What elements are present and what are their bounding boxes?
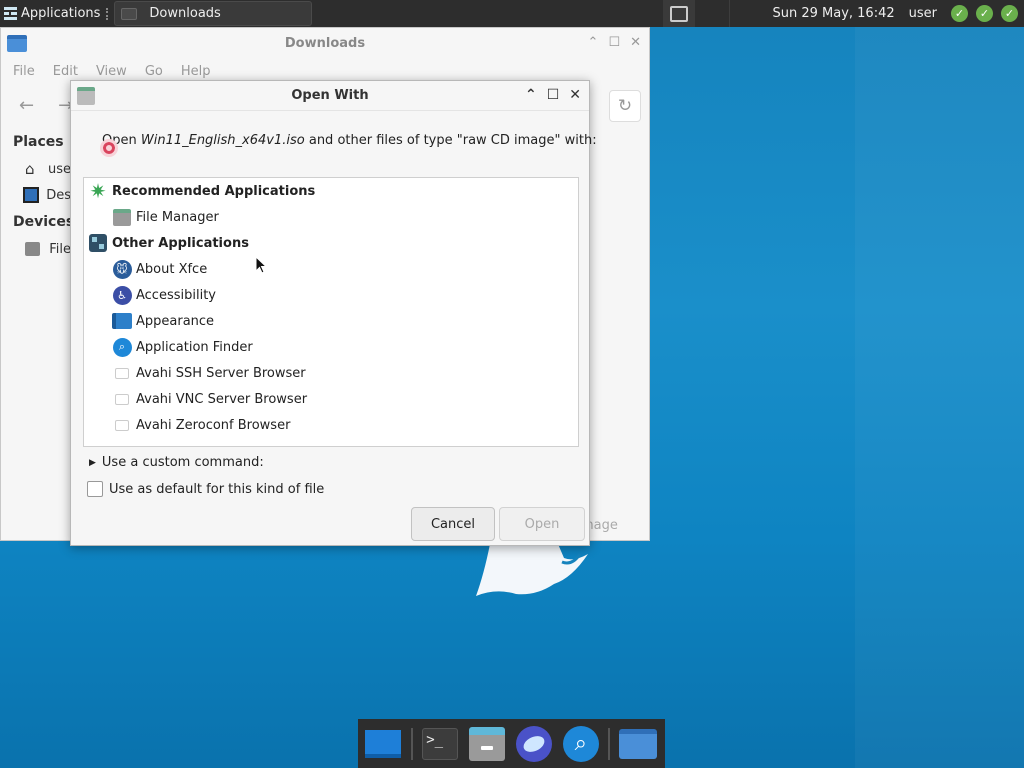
dialog-titlebar[interactable]: Open With ⌃ ☐ ✕: [71, 81, 589, 111]
applications-menu-button[interactable]: Applications: [0, 0, 106, 27]
desktop-mascot-image: [476, 544, 588, 596]
panel-separator: [729, 0, 731, 27]
show-desktop-icon[interactable]: [364, 724, 403, 764]
user-menu[interactable]: user: [903, 6, 943, 21]
file-manager-icon: [112, 207, 132, 227]
sidebar-item-desktop[interactable]: Des: [1, 182, 71, 208]
file-manager-sidebar: Places ⌂ use Des Devices File: [1, 128, 75, 262]
dialog-header: Open Win11_English_x64v1.iso and other f…: [71, 111, 597, 169]
list-item[interactable]: [84, 438, 578, 446]
custom-command-expander[interactable]: ▶ Use a custom command:: [89, 455, 264, 470]
folder-icon[interactable]: [618, 724, 657, 764]
sidebar-item-label: use: [47, 161, 71, 177]
status-check-icon[interactable]: ✓: [1001, 5, 1018, 22]
recommended-applications-header[interactable]: ✷ Recommended Applications: [84, 178, 578, 204]
list-item[interactable]: ♿ Accessibility: [84, 282, 578, 308]
other-applications-header[interactable]: Other Applications: [84, 230, 578, 256]
application-list[interactable]: ✷ Recommended Applications File Manager …: [83, 177, 579, 447]
home-icon: ⌂: [25, 160, 35, 178]
default-checkbox[interactable]: [87, 481, 103, 497]
generic-app-icon: [112, 389, 132, 409]
close-icon[interactable]: ✕: [630, 35, 641, 50]
file-manager-icon[interactable]: [468, 724, 507, 764]
menu-go[interactable]: Go: [145, 64, 163, 79]
generic-app-icon: [112, 441, 132, 446]
sidebar-devices-header: Devices: [13, 214, 75, 230]
reload-icon[interactable]: ↻: [609, 90, 641, 122]
application-finder-icon[interactable]: ⌕: [561, 724, 600, 764]
panel-separator: [106, 7, 110, 20]
partial-button-label[interactable]: mage: [581, 510, 641, 540]
list-item[interactable]: 🐭 About Xfce: [84, 256, 578, 282]
accessibility-icon: ♿: [112, 285, 132, 305]
list-item[interactable]: File Manager: [84, 204, 578, 230]
dock-separator: [410, 727, 413, 760]
minimize-icon[interactable]: ⌃: [525, 87, 537, 103]
bottom-dock: >_ ⌕: [358, 719, 665, 768]
dock-separator: [608, 727, 611, 760]
applications-menu-icon: [4, 7, 17, 20]
open-button[interactable]: Open: [499, 507, 585, 541]
file-name: Win11_English_x64v1.iso: [140, 132, 305, 148]
top-panel: Applications Downloads Sun 29 May, 16:42…: [0, 0, 1024, 27]
back-arrow-icon[interactable]: ←: [19, 95, 34, 116]
apps-grid-icon: [88, 233, 108, 253]
folder-icon: [121, 7, 138, 20]
list-item[interactable]: Appearance: [84, 308, 578, 334]
list-item[interactable]: ⌕ Application Finder: [84, 334, 578, 360]
taskbar-downloads-label: Downloads: [149, 6, 221, 21]
cancel-button[interactable]: Cancel: [411, 507, 495, 541]
appearance-icon: [112, 311, 132, 331]
workspace-switcher[interactable]: [663, 0, 696, 27]
generic-app-icon: [112, 363, 132, 383]
workspace-icon: [670, 5, 689, 22]
dialog-title: Open With: [291, 88, 369, 103]
list-item[interactable]: Avahi VNC Server Browser: [84, 386, 578, 412]
menu-edit[interactable]: Edit: [53, 64, 78, 79]
taskbar-downloads-button[interactable]: Downloads: [114, 1, 313, 26]
mouse-cursor-icon: [255, 256, 267, 274]
maximize-icon[interactable]: ☐: [608, 35, 620, 50]
file-manager-titlebar[interactable]: Downloads ⌃ ☐ ✕: [1, 28, 649, 58]
sidebar-item-home[interactable]: ⌂ use: [1, 156, 71, 182]
drive-icon: [25, 242, 41, 256]
star-icon: ✷: [89, 179, 107, 203]
desktop-icon: [23, 187, 40, 203]
generic-app-icon: [112, 415, 132, 435]
sidebar-item-label: Des: [46, 187, 71, 203]
status-check-icon[interactable]: ✓: [976, 5, 993, 22]
dialog-prompt: Open Win11_English_x64v1.iso and other f…: [102, 132, 597, 148]
sidebar-item-label: File: [49, 241, 71, 257]
web-browser-icon[interactable]: [515, 724, 554, 764]
status-check-icon[interactable]: ✓: [951, 5, 968, 22]
menu-help[interactable]: Help: [181, 64, 211, 79]
list-item[interactable]: Avahi Zeroconf Browser: [84, 412, 578, 438]
applications-label: Applications: [21, 6, 101, 21]
minimize-icon[interactable]: ⌃: [588, 35, 599, 50]
menu-file[interactable]: File: [13, 64, 35, 79]
default-checkbox-row[interactable]: Use as default for this kind of file: [87, 481, 324, 497]
clock[interactable]: Sun 29 May, 16:42: [764, 6, 902, 21]
search-icon: ⌕: [112, 337, 132, 357]
sidebar-item-filesystem[interactable]: File: [1, 236, 71, 262]
expander-arrow-icon: ▶: [89, 457, 96, 468]
file-manager-title: Downloads: [284, 35, 366, 51]
xfce-icon: 🐭: [112, 259, 132, 279]
close-icon[interactable]: ✕: [569, 87, 581, 103]
maximize-icon[interactable]: ☐: [547, 87, 560, 103]
desktop-background: [855, 27, 1024, 768]
open-with-dialog: Open With ⌃ ☐ ✕ Open Win11_English_x64v1…: [70, 80, 597, 546]
list-item[interactable]: Avahi SSH Server Browser: [84, 360, 578, 386]
terminal-icon[interactable]: >_: [421, 724, 460, 764]
menu-view[interactable]: View: [96, 64, 127, 79]
sidebar-places-header: Places: [13, 134, 64, 150]
